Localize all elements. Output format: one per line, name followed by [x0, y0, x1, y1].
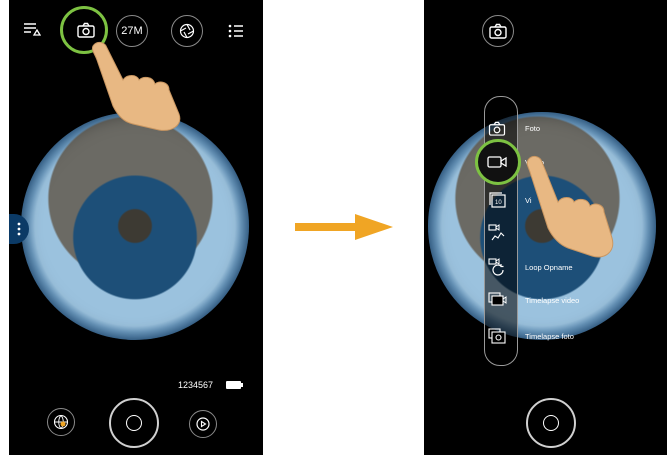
loop-recording-icon: [486, 256, 508, 278]
burst-photo-icon: 10: [486, 189, 508, 211]
mode-item-timelapse-photo[interactable]: Timelapse foto: [424, 323, 604, 349]
globe-icon: [53, 414, 69, 430]
shutter-inner: [543, 415, 559, 431]
mode-label: Timelapse video: [525, 295, 580, 305]
left-phone-screen: 27M 1234567: [9, 0, 263, 455]
panorama-preview: [21, 112, 249, 340]
gallery-button[interactable]: [47, 408, 75, 436]
mode-item-photo[interactable]: Foto: [424, 115, 604, 141]
shutter-button[interactable]: [526, 398, 576, 448]
battery-icon: [226, 381, 241, 389]
battery-tip: [241, 383, 243, 387]
shot-counter: 1234567: [178, 380, 214, 390]
camera-mode-button[interactable]: [482, 15, 514, 47]
mode-item-timelapse-video[interactable]: Timelapse video: [424, 287, 604, 313]
camera-icon: [489, 23, 507, 39]
slow-motion-icon: [486, 221, 508, 243]
photo-icon: [486, 117, 508, 139]
hand-pointer-icon: [92, 41, 181, 131]
filter-menu-icon[interactable]: [21, 18, 43, 40]
transition-arrow-icon: [295, 214, 393, 240]
mode-label: Foto: [525, 123, 541, 133]
svg-text:10: 10: [495, 200, 502, 206]
timelapse-photo-icon: [486, 325, 508, 347]
mode-label: Timelapse foto: [525, 331, 574, 341]
mode-label: Loop Opname: [525, 262, 573, 272]
right-phone-screen: Foto Video 10 Vi Loop Opname Timelapse v…: [424, 0, 667, 455]
more-vertical-icon: [17, 222, 21, 236]
shutter-inner: [126, 415, 142, 431]
play-icon: [196, 417, 210, 431]
timelapse-video-icon: [486, 289, 508, 311]
playback-button[interactable]: [189, 410, 217, 438]
video-icon: [486, 151, 508, 173]
shutter-button[interactable]: [109, 398, 159, 448]
hand-pointer-icon: [526, 155, 614, 258]
list-menu-icon[interactable]: [225, 20, 247, 42]
